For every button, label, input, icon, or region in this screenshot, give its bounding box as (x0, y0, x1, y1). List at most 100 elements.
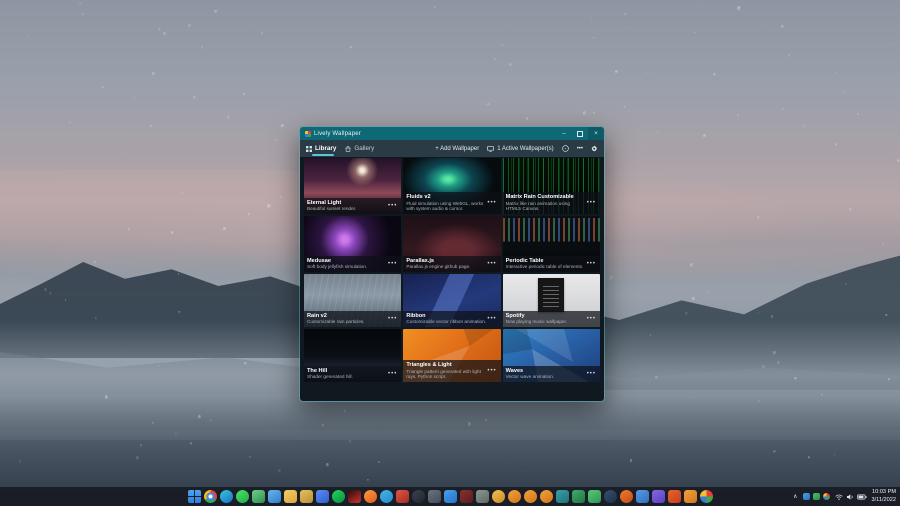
tile-more-options-button[interactable]: ••• (387, 371, 398, 377)
maximize-button[interactable] (572, 127, 588, 140)
wallpaper-subtitle: Fluid simulation using WebGL, works with… (406, 200, 484, 212)
navy-app-icon[interactable] (603, 490, 617, 503)
tile-more-options-button[interactable]: ••• (586, 371, 597, 377)
blue-mini-app-icon[interactable] (635, 490, 649, 503)
lively-taskbar-icon[interactable] (699, 490, 713, 503)
wallpaper-tile[interactable]: Matrix Rain Customizable Matrix like rai… (502, 158, 600, 214)
photos-app-icon[interactable] (267, 490, 281, 503)
wallpaper-tile[interactable]: Medusae Soft body jellyfish simulation. … (304, 216, 402, 272)
wallpaper-subtitle: Now playing music wallpaper. (505, 319, 568, 325)
tile-more-options-button[interactable]: ••• (387, 316, 398, 322)
wallpaper-tile[interactable]: Eternal Light Beautiful sunset render. •… (304, 158, 402, 214)
orange-app-3-icon[interactable] (539, 490, 553, 503)
dark-red-app-icon[interactable] (459, 490, 473, 503)
notes-app-icon[interactable] (251, 490, 265, 503)
wallpaper-title: Eternal Light (307, 199, 342, 206)
wallpaper-tile[interactable]: Triangles & Light Triangle pattern gener… (403, 329, 501, 382)
tile-more-options-button[interactable]: ••• (486, 368, 497, 374)
start-button[interactable] (187, 490, 201, 503)
tab-library[interactable]: Library (306, 140, 336, 157)
more-menu-button[interactable]: ••• (577, 146, 583, 152)
wallpaper-title: Spotify (505, 312, 525, 319)
excel-icon[interactable] (571, 490, 585, 503)
wallpaper-title: The Hill (307, 367, 328, 374)
edge-icon[interactable] (219, 490, 233, 503)
battery-icon[interactable] (856, 493, 867, 501)
green-mini-app-icon[interactable] (587, 490, 601, 503)
gray-app-icon[interactable] (427, 490, 441, 503)
wallpaper-title: Fluids v2 (406, 194, 431, 201)
wallpaper-tile[interactable]: Periodic Table Interactive periodic tabl… (502, 216, 600, 272)
wallpaper-tile[interactable]: The Hill Shader generated hill. ••• (304, 329, 402, 382)
teams-app-icon[interactable] (555, 490, 569, 503)
tile-more-options-button[interactable]: ••• (387, 203, 398, 209)
lively-logo-icon (305, 130, 311, 137)
wallpaper-subtitle: Shader generated hill. (307, 374, 353, 380)
active-wallpapers-button[interactable]: 1 Active Wallpaper(s) (487, 145, 554, 152)
tile-more-options-button[interactable]: ••• (486, 200, 497, 206)
spotify-icon[interactable] (331, 490, 345, 503)
wallpaper-tile[interactable]: Spotify Now playing music wallpaper. ••• (502, 274, 600, 327)
tray-chevron-up-icon[interactable]: ∧ (793, 493, 797, 500)
tile-more-options-button[interactable]: ••• (586, 316, 597, 322)
maximize-icon (577, 130, 583, 137)
orange-app-1-icon[interactable] (507, 490, 521, 503)
tile-more-options-button[interactable]: ••• (486, 316, 497, 322)
lively-tray-icon[interactable] (822, 493, 830, 500)
wallpaper-library-grid: Eternal Light Beautiful sunset render. •… (300, 157, 604, 401)
wallpaper-tile[interactable]: Parallax.js Parallax.js engine github pa… (403, 216, 501, 272)
emoji-app-icon[interactable] (491, 490, 505, 503)
taskbar-clock[interactable]: 10:03 PM 3/11/2022 (872, 489, 896, 504)
tile-more-options-button[interactable]: ••• (586, 261, 597, 267)
wallpaper-title: Ribbon (406, 312, 426, 319)
close-button[interactable]: × (588, 127, 604, 140)
tab-gallery[interactable]: Gallery (345, 140, 374, 157)
green-tray-icon[interactable] (812, 493, 820, 500)
window-titlebar[interactable]: Lively Wallpaper – × (300, 127, 604, 140)
moon-app-icon[interactable] (411, 490, 425, 503)
settings-gear-icon[interactable] (591, 145, 598, 152)
wallpaper-tile[interactable]: Fluids v2 Fluid simulation using WebGL, … (403, 158, 501, 214)
tile-more-options-button[interactable]: ••• (387, 261, 398, 267)
minimize-button[interactable]: – (556, 127, 572, 140)
wallpaper-subtitle: Soft body jellyfish simulation. (307, 264, 368, 270)
folder-app-icon[interactable] (299, 490, 313, 503)
red-app-icon[interactable] (395, 490, 409, 503)
powerpoint-icon[interactable] (667, 490, 681, 503)
wallpaper-tile[interactable]: Waves Vector wave animation. ••• (502, 329, 600, 382)
wallpaper-title: Parallax.js (406, 257, 435, 264)
vscode-icon[interactable] (443, 490, 457, 503)
wallpaper-tile[interactable]: Ribbon Customizable vector ribbon animat… (403, 274, 501, 327)
gallery-bag-icon (345, 145, 351, 152)
orange-bar-app-icon[interactable] (683, 490, 697, 503)
window-toolbar: Library Gallery + Add Wallpaper 1 Active… (300, 140, 604, 157)
wifi-icon[interactable] (834, 493, 843, 501)
active-wallpapers-label: 1 Active Wallpaper(s) (497, 145, 554, 152)
chrome-icon[interactable] (203, 490, 217, 503)
library-grid-icon (306, 145, 312, 152)
volume-icon[interactable] (846, 493, 854, 501)
telegram-icon[interactable] (379, 490, 393, 503)
clock-date: 3/11/2022 (871, 496, 896, 503)
clock-time: 10:03 PM (872, 489, 896, 496)
onedrive-tray-icon[interactable] (802, 493, 810, 500)
purple-app-icon[interactable] (651, 490, 665, 503)
tile-more-options-button[interactable]: ••• (486, 261, 497, 267)
orange-app-2-icon[interactable] (523, 490, 537, 503)
wallpaper-subtitle: Triangle pattern generated with light ra… (406, 368, 481, 380)
wallpaper-title: Medusae (307, 257, 331, 264)
add-wallpaper-button[interactable]: + Add Wallpaper (435, 146, 479, 152)
firefox-icon[interactable] (363, 490, 377, 503)
wallpaper-subtitle: Beautiful sunset render. (307, 206, 357, 212)
netflix-icon[interactable] (347, 490, 361, 503)
flame-app-icon[interactable] (619, 490, 633, 503)
tab-gallery-label: Gallery (354, 145, 375, 152)
utility-app-icon[interactable] (475, 490, 489, 503)
whatsapp-icon[interactable] (235, 490, 249, 503)
wallpaper-tile[interactable]: Rain v2 Customizable rain particles. ••• (304, 274, 402, 327)
todo-app-icon[interactable] (315, 490, 329, 503)
file-explorer-icon[interactable] (283, 490, 297, 503)
tile-more-options-button[interactable]: ••• (586, 200, 597, 206)
desktop: Lively Wallpaper – × Library Gallery + A… (0, 0, 900, 506)
update-button[interactable] (561, 145, 569, 152)
